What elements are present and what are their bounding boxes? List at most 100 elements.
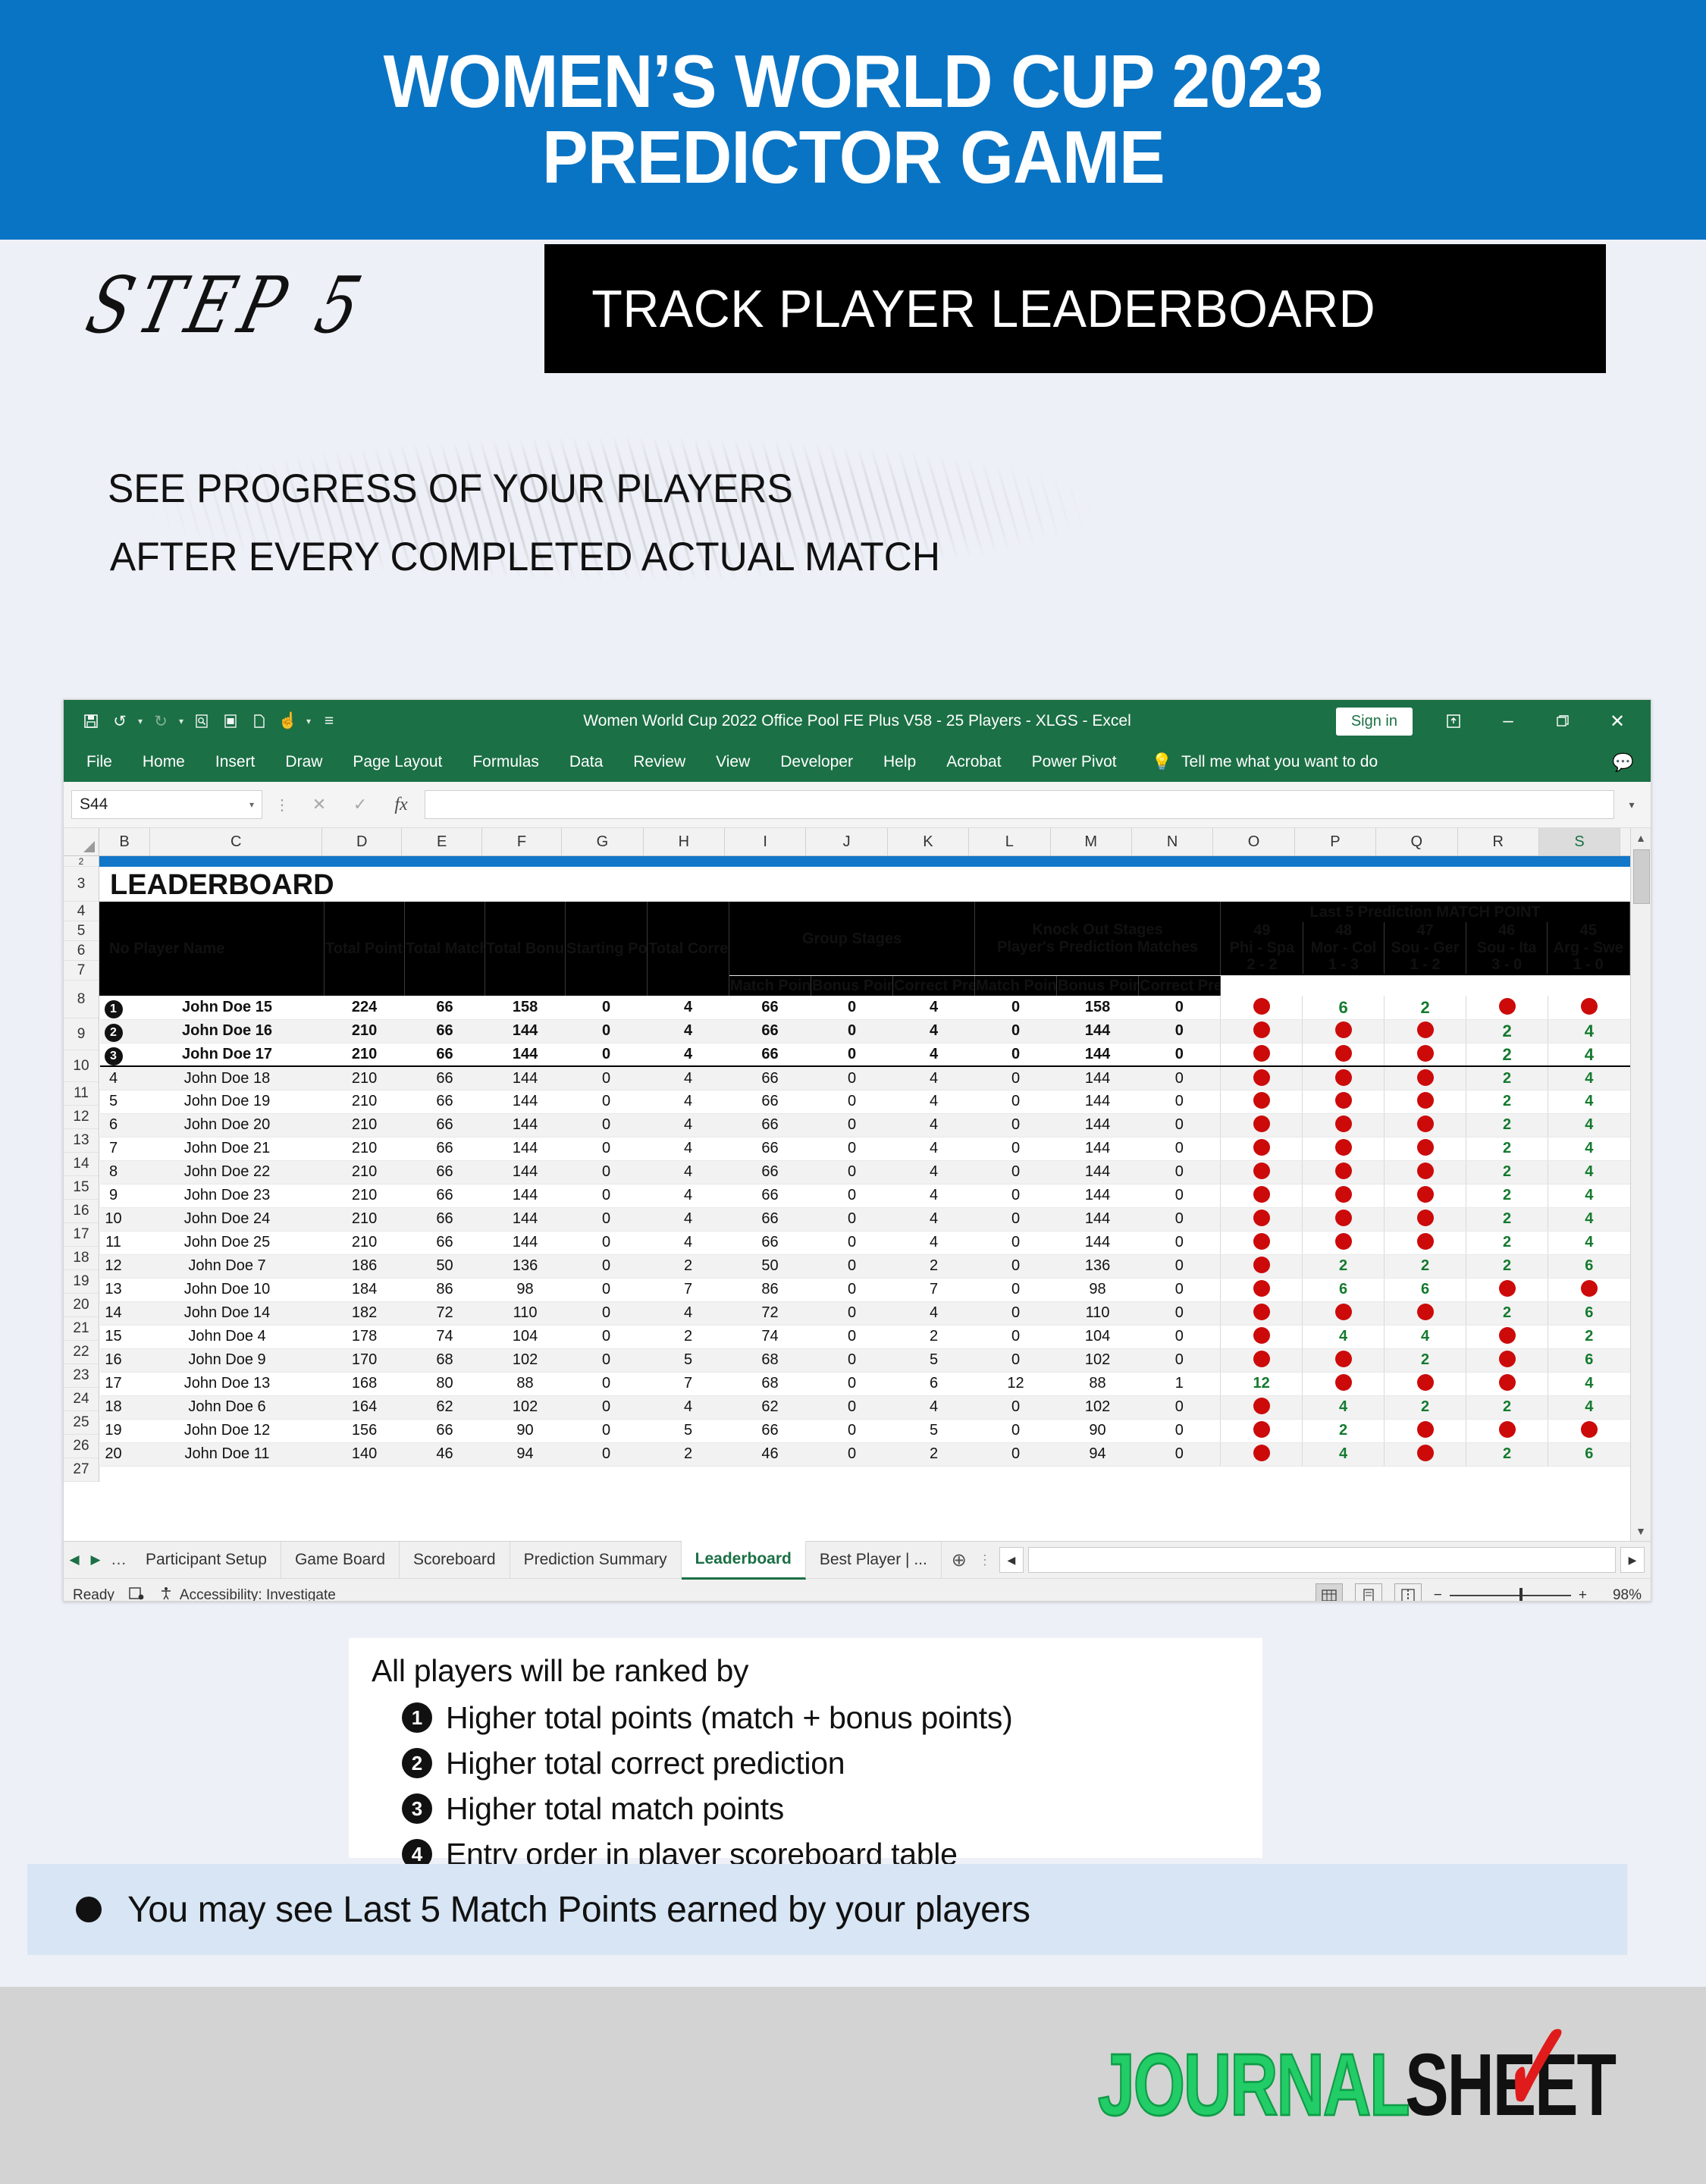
table-row[interactable]: 18 John Doe 6 164 62 102 0 4 62 0 4 0 102 0 4 2 2 4 [99, 1395, 1630, 1420]
horizontal-scroll-track[interactable] [1027, 1547, 1616, 1573]
tell-me-search[interactable]: 💡 Tell me what you want to do [1152, 752, 1378, 772]
row-header-4[interactable]: 4 [64, 902, 99, 921]
vertical-scrollbar[interactable]: ▲ ▼ [1630, 828, 1651, 1541]
undo-dropdown-icon[interactable]: ▾ [135, 716, 146, 726]
sign-in-button[interactable]: Sign in [1335, 707, 1413, 736]
quick-print-icon[interactable] [217, 708, 244, 735]
page-break-preview-icon[interactable] [1394, 1583, 1422, 1601]
zoom-knob[interactable] [1519, 1588, 1523, 1601]
redo-dropdown-icon[interactable]: ▾ [176, 716, 187, 726]
sheet-tab-prediction-summary[interactable]: Prediction Summary [510, 1542, 682, 1578]
row-header-13[interactable]: 13 [64, 1129, 99, 1153]
ribbon-tab-page-layout[interactable]: Page Layout [337, 753, 457, 771]
column-header-F[interactable]: F [482, 828, 563, 855]
ribbon-tab-review[interactable]: Review [618, 753, 701, 771]
ribbon-tab-acrobat[interactable]: Acrobat [931, 753, 1016, 771]
ribbon-tab-insert[interactable]: Insert [200, 753, 271, 771]
zoom-track[interactable] [1449, 1588, 1571, 1601]
select-all-corner[interactable] [64, 828, 99, 855]
column-header-C[interactable]: C [150, 828, 323, 855]
table-row[interactable]: 12 John Doe 7 186 50 136 0 2 50 0 2 0 136 0 2 2 2 6 [99, 1254, 1630, 1279]
undo-icon[interactable]: ↺ [106, 708, 133, 735]
new-file-icon[interactable] [246, 708, 273, 735]
redo-icon[interactable]: ↻ [147, 708, 174, 735]
column-header-G[interactable]: G [562, 828, 644, 855]
zoom-slider[interactable]: − + [1434, 1587, 1587, 1601]
ribbon-tab-developer[interactable]: Developer [765, 753, 868, 771]
table-row[interactable]: 19 John Doe 12 156 66 90 0 5 66 0 5 0 90 0 2 [99, 1419, 1630, 1443]
table-row[interactable]: 6 John Doe 20 210 66 144 0 4 66 0 4 0 144 0 2 4 [99, 1113, 1630, 1138]
table-row[interactable]: 5 John Doe 19 210 66 144 0 4 66 0 4 0 144 0 2 4 [99, 1090, 1630, 1114]
add-sheet-icon[interactable]: ⊕ [942, 1549, 977, 1571]
row-header-26[interactable]: 26 [64, 1435, 99, 1458]
confirm-entry-icon[interactable]: ✓ [343, 795, 378, 814]
print-preview-icon[interactable] [188, 708, 215, 735]
row-header-5[interactable]: 5 [64, 921, 99, 941]
row-header-6[interactable]: 6 [64, 941, 99, 961]
row-header-24[interactable]: 24 [64, 1388, 99, 1411]
touch-mode-dropdown-icon[interactable]: ▾ [303, 716, 314, 726]
ribbon-tab-home[interactable]: Home [127, 753, 200, 771]
sheet-tab-participant-setup[interactable]: Participant Setup [132, 1542, 281, 1578]
row-header-8[interactable]: 8 [64, 981, 99, 1018]
next-sheet-icon[interactable]: ▶ [85, 1552, 106, 1567]
column-header-S[interactable]: S [1538, 828, 1621, 855]
row-header-21[interactable]: 21 [64, 1317, 99, 1341]
ribbon-tab-power-pivot[interactable]: Power Pivot [1017, 753, 1132, 771]
row-header-10[interactable]: 10 [64, 1050, 99, 1082]
expand-formula-bar-icon[interactable]: ▾ [1620, 799, 1643, 811]
restore-icon[interactable] [1535, 700, 1590, 742]
tab-split-handle-icon[interactable]: ⋮ [977, 1552, 993, 1568]
row-header-25[interactable]: 25 [64, 1411, 99, 1435]
zoom-level[interactable]: 98% [1599, 1587, 1642, 1601]
sheet-tab-scoreboard[interactable]: Scoreboard [400, 1542, 510, 1578]
table-row[interactable]: 16 John Doe 9 170 68 102 0 5 68 0 5 0 102 0 2 6 [99, 1348, 1630, 1373]
accessibility-status[interactable]: Accessibility: Investigate [158, 1586, 336, 1601]
insert-function-icon[interactable]: fx [384, 795, 419, 815]
more-sheets-icon[interactable]: … [106, 1551, 132, 1569]
column-header-N[interactable]: N [1132, 828, 1214, 855]
ribbon-tab-formulas[interactable]: Formulas [457, 753, 554, 771]
page-layout-view-icon[interactable] [1354, 1583, 1382, 1601]
column-header-J[interactable]: J [806, 828, 888, 855]
table-row[interactable]: 13 John Doe 10 184 86 98 0 7 86 0 7 0 98 0 6 6 [99, 1278, 1630, 1302]
ribbon-tab-help[interactable]: Help [868, 753, 931, 771]
table-row[interactable]: 15 John Doe 4 178 74 104 0 2 74 0 2 0 104 0 4 4 2 [99, 1325, 1630, 1349]
ribbon-tab-draw[interactable]: Draw [270, 753, 337, 771]
ribbon-display-options-icon[interactable] [1426, 700, 1481, 742]
table-row[interactable]: 2 John Doe 16 210 66 144 0 4 66 0 4 0 144 0 2 4 [99, 1019, 1630, 1043]
row-header-12[interactable]: 12 [64, 1106, 99, 1129]
macro-record-icon[interactable] [128, 1586, 145, 1601]
row-header-7[interactable]: 7 [64, 961, 99, 981]
chevron-down-icon[interactable]: ▾ [249, 799, 254, 810]
close-icon[interactable]: ✕ [1590, 700, 1645, 742]
row-header-20[interactable]: 20 [64, 1294, 99, 1317]
cancel-entry-icon[interactable]: ✕ [302, 795, 337, 814]
save-icon[interactable] [77, 708, 105, 735]
sheet-tab-leaderboard[interactable]: Leaderboard [681, 1540, 806, 1580]
table-row[interactable]: 10 John Doe 24 210 66 144 0 4 66 0 4 0 144 0 2 4 [99, 1207, 1630, 1232]
ribbon-tab-file[interactable]: File [74, 753, 127, 771]
sheet-tab-game-board[interactable]: Game Board [281, 1542, 400, 1578]
row-header-23[interactable]: 23 [64, 1364, 99, 1388]
column-header-B[interactable]: B [99, 828, 151, 855]
table-row[interactable]: 11 John Doe 25 210 66 144 0 4 66 0 4 0 144 0 2 4 [99, 1231, 1630, 1255]
row-header-14[interactable]: 14 [64, 1153, 99, 1176]
comments-icon[interactable]: 💬 [1612, 752, 1634, 773]
customize-quick-access-icon[interactable]: ≡ [315, 708, 343, 735]
row-header-15[interactable]: 15 [64, 1176, 99, 1200]
table-row[interactable]: 20 John Doe 11 140 46 94 0 2 46 0 2 0 94 0 4 2 6 [99, 1442, 1630, 1467]
table-row[interactable]: 7 John Doe 21 210 66 144 0 4 66 0 4 0 144 0 2 4 [99, 1137, 1630, 1161]
column-header-K[interactable]: K [888, 828, 970, 855]
row-header-16[interactable]: 16 [64, 1200, 99, 1223]
name-box[interactable]: S44 ▾ [71, 790, 262, 819]
row-header-3[interactable]: 3 [64, 867, 99, 902]
normal-view-icon[interactable] [1315, 1583, 1343, 1601]
column-header-Q[interactable]: Q [1376, 828, 1458, 855]
zoom-out-icon[interactable]: − [1434, 1587, 1442, 1601]
column-header-I[interactable]: I [725, 828, 807, 855]
formula-input[interactable] [425, 790, 1614, 819]
sheet-tab-best-player[interactable]: Best Player | ... [806, 1542, 942, 1578]
table-row[interactable]: 17 John Doe 13 168 80 88 0 7 68 0 6 12 88 1 12 4 [99, 1372, 1630, 1396]
ribbon-tab-view[interactable]: View [701, 753, 765, 771]
